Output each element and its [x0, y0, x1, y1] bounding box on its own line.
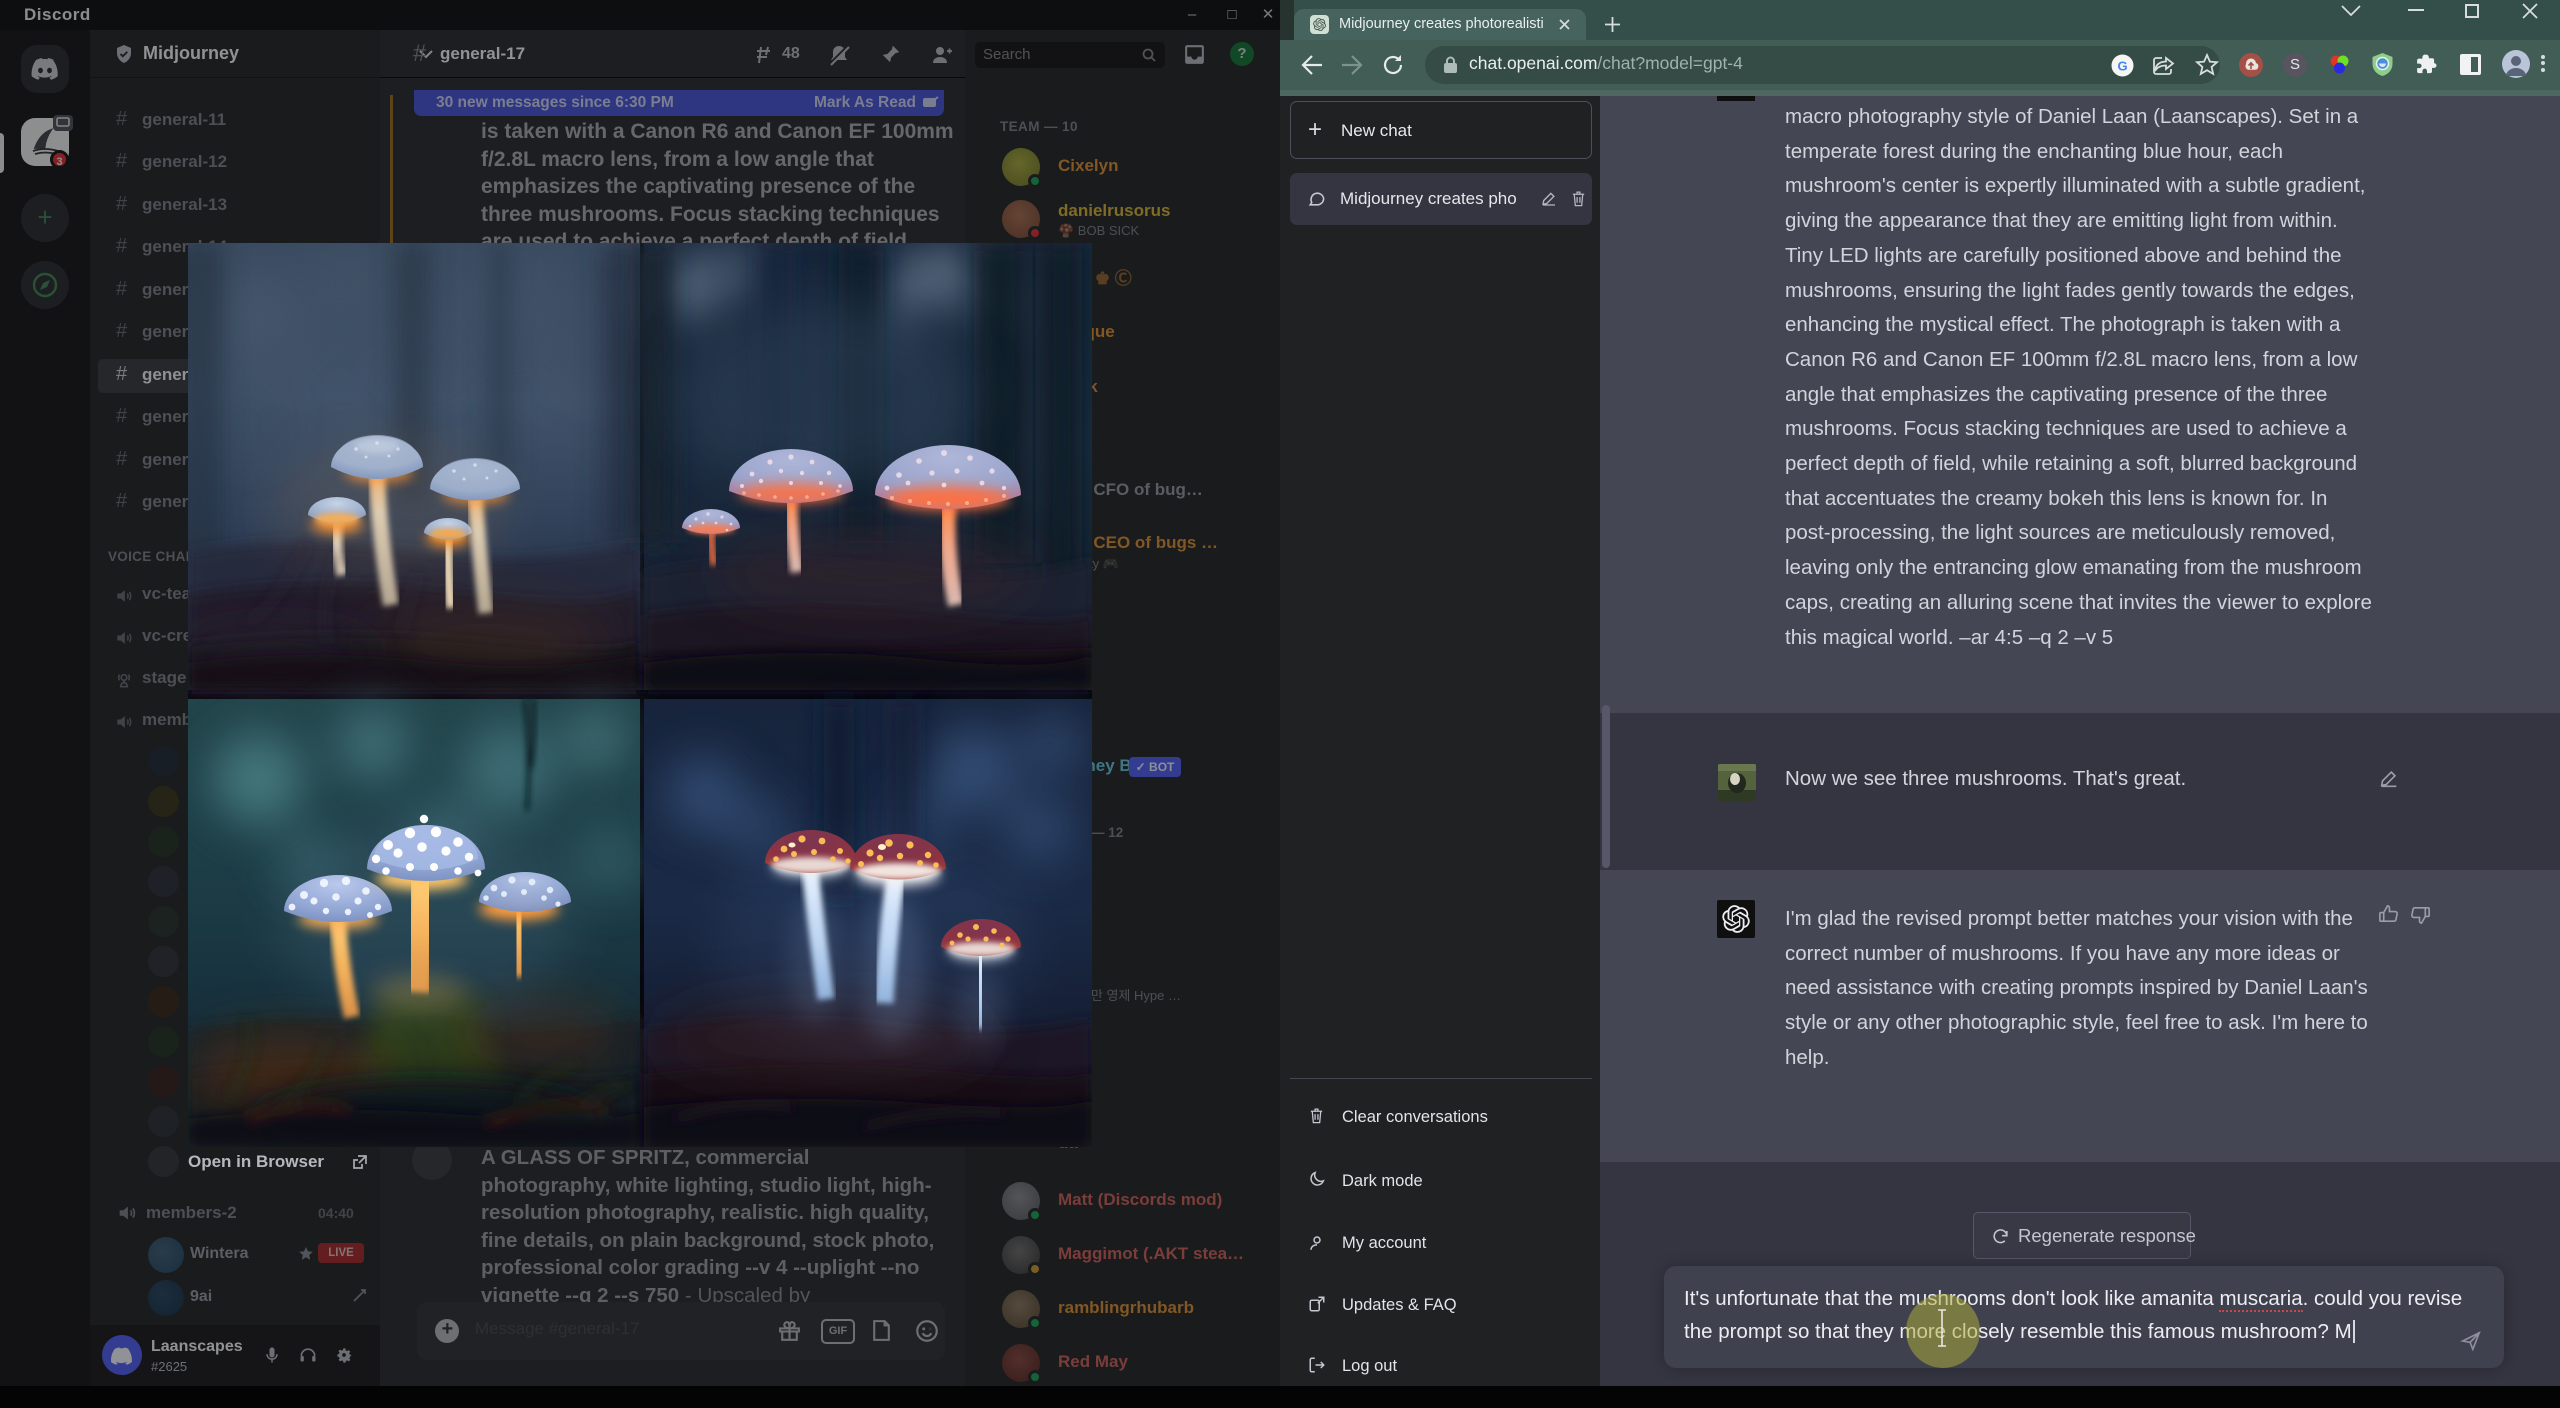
svg-text:G: G — [2117, 59, 2127, 74]
